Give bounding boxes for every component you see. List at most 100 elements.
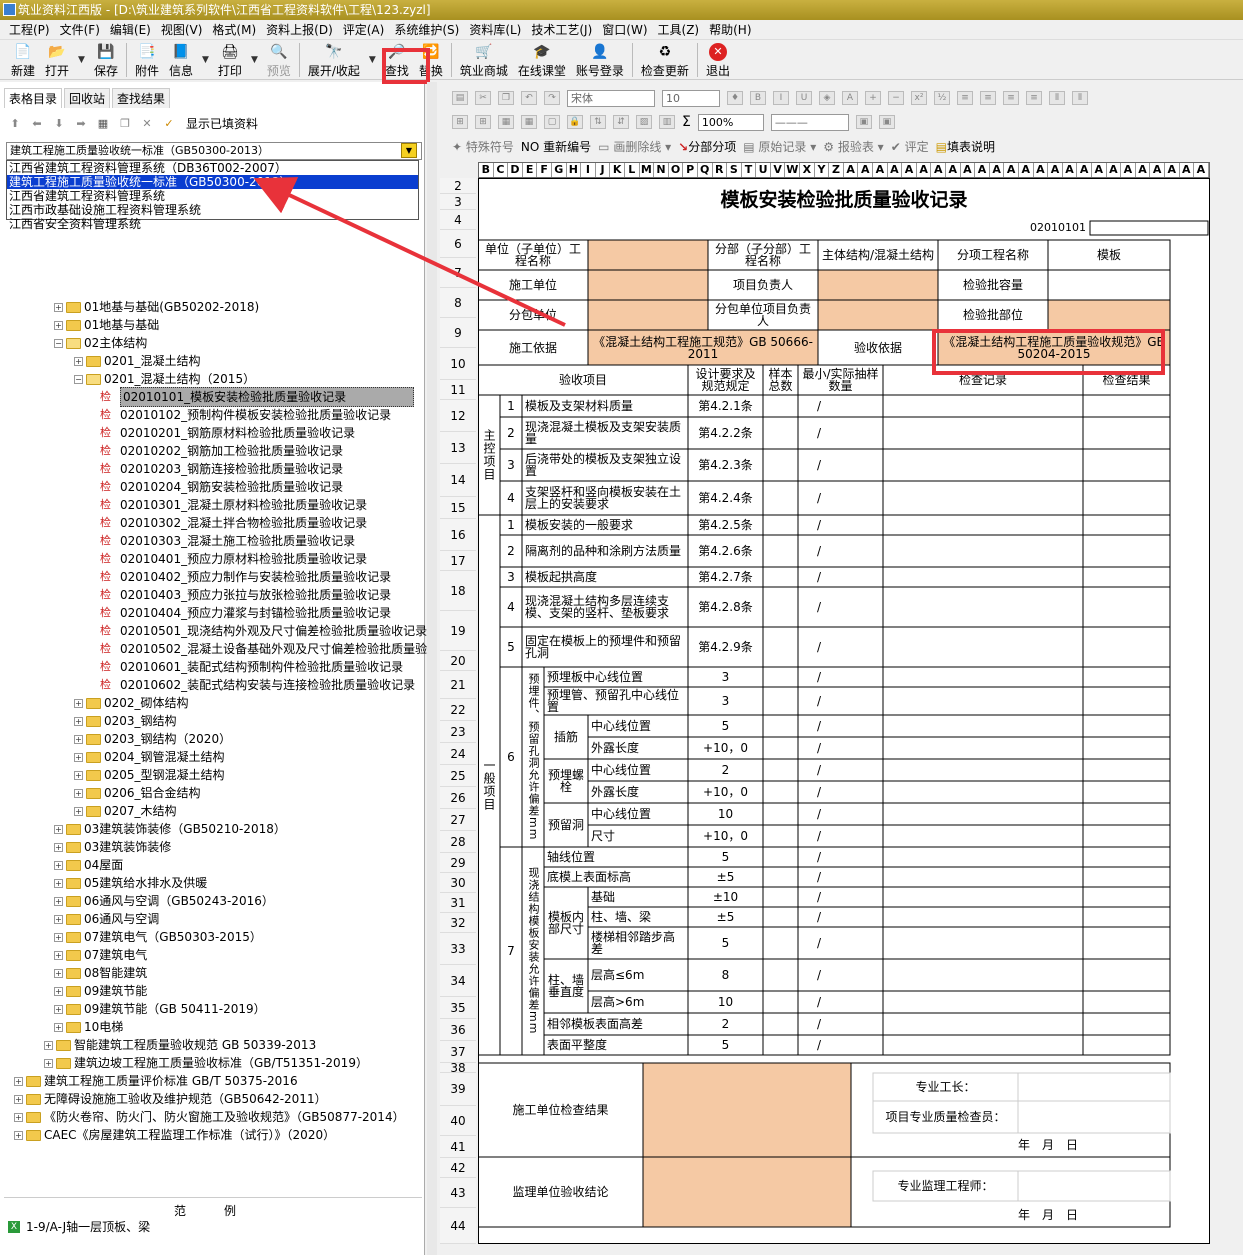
column-letter[interactable]: A xyxy=(975,163,990,177)
expand-toggle-icon[interactable]: − xyxy=(74,374,83,384)
row-number[interactable]: 16 xyxy=(440,519,476,551)
sort-desc-icon[interactable]: ⇵ xyxy=(613,115,629,129)
underline-icon[interactable]: U xyxy=(796,91,812,105)
expand-toggle-icon[interactable]: + xyxy=(14,1112,23,1122)
row-number[interactable]: 4 xyxy=(440,210,476,230)
row-number[interactable]: 34 xyxy=(440,965,476,997)
expand-toggle-icon[interactable]: + xyxy=(74,788,83,798)
column-letter[interactable]: T xyxy=(742,163,757,177)
tree-item[interactable]: + 《防火卷帘、防火门、防火窗施工及验收规范》（GB50877-2014） xyxy=(14,1108,405,1126)
column-letter[interactable]: A xyxy=(1092,163,1107,177)
menu-item[interactable]: 工程(P) xyxy=(4,21,55,38)
border-style-icon[interactable]: ▣ xyxy=(855,115,872,129)
row-number[interactable]: 31 xyxy=(440,893,476,913)
record-input[interactable] xyxy=(882,514,1084,536)
record-input[interactable] xyxy=(882,780,1084,804)
font-size-select[interactable]: 10 xyxy=(662,89,720,107)
tree-item[interactable]: 检 02010403_预应力张拉与放张检验批质量验收记录 xyxy=(100,586,391,604)
row-number[interactable]: 11 xyxy=(440,380,476,400)
tree-item[interactable]: 检 02010601_装配式结构预制构件检验批质量验收记录 xyxy=(100,658,403,676)
result-input[interactable] xyxy=(1082,416,1171,450)
record-input[interactable] xyxy=(882,626,1084,668)
info-button[interactable]: 📘 信息 xyxy=(164,41,198,78)
minus-icon[interactable]: − xyxy=(888,91,904,105)
record-input[interactable] xyxy=(882,394,1084,418)
save-button[interactable]: 💾 保存 xyxy=(89,41,123,78)
expand-toggle-icon[interactable]: + xyxy=(74,716,83,726)
inspection-form-button[interactable]: ⚙ 报验表 ▾ xyxy=(823,138,883,155)
row-number[interactable]: 23 xyxy=(440,721,476,743)
format-painter-icon[interactable]: ♦ xyxy=(727,91,743,105)
subdivision-button[interactable]: ↘分部分项 xyxy=(678,138,736,155)
lock-icon[interactable]: 🔒 xyxy=(567,115,583,129)
row-number[interactable]: 30 xyxy=(440,873,476,893)
tree-item[interactable]: +06通风与空调（GB50243-2016） xyxy=(54,892,274,910)
expand-toggle-icon[interactable]: − xyxy=(54,338,63,348)
column-letter[interactable]: D xyxy=(508,163,523,177)
show-filled-toggle[interactable]: 显示已填资料 xyxy=(186,115,258,132)
record-input[interactable] xyxy=(882,686,1084,716)
expand-dropdown-icon[interactable]: ▼ xyxy=(369,55,376,65)
row-number[interactable]: 25 xyxy=(440,765,476,787)
record-input[interactable] xyxy=(882,586,1084,628)
tree-item[interactable]: +0202_砌体结构 xyxy=(74,694,189,712)
row-number[interactable]: 39 xyxy=(440,1073,476,1106)
fill-color-icon[interactable]: ◈ xyxy=(819,91,835,105)
tree-item[interactable]: +03建筑装饰装修 xyxy=(54,838,171,856)
sample-input[interactable] xyxy=(762,886,799,908)
expand-toggle-icon[interactable]: + xyxy=(14,1130,23,1140)
foreman-input[interactable] xyxy=(1017,1072,1171,1102)
copy-icon[interactable]: ❐ xyxy=(114,117,136,130)
result-input[interactable] xyxy=(1082,666,1171,688)
row-number[interactable]: 28 xyxy=(440,831,476,853)
menu-item[interactable]: 评定(A) xyxy=(338,21,390,38)
column-letter[interactable]: S xyxy=(727,163,742,177)
row-number[interactable]: 41 xyxy=(440,1136,476,1158)
sample-input[interactable] xyxy=(762,514,799,536)
sample-input[interactable] xyxy=(762,958,799,992)
result-input[interactable] xyxy=(1082,906,1171,928)
tree-item[interactable]: +0203_钢结构（2020） xyxy=(74,730,231,748)
classroom-button[interactable]: 🎓 在线课堂 xyxy=(513,41,571,78)
tree-item[interactable]: 检 02010602_装配式结构安装与连接检验批质量验收记录 xyxy=(100,676,415,694)
record-input[interactable] xyxy=(882,990,1084,1014)
column-letter[interactable]: A xyxy=(1004,163,1019,177)
column-letter[interactable]: Z xyxy=(829,163,844,177)
column-letter[interactable]: A xyxy=(1019,163,1034,177)
row-number[interactable]: 22 xyxy=(440,699,476,721)
column-letter[interactable]: A xyxy=(1121,163,1136,177)
record-input[interactable] xyxy=(882,846,1084,868)
legend-item[interactable]: X 1-9/A-J轴一层顶板、梁 xyxy=(8,1218,150,1235)
sum-icon[interactable]: Σ xyxy=(682,114,691,130)
tree-item[interactable]: +04屋面 xyxy=(54,856,123,874)
expand-toggle-icon[interactable]: + xyxy=(54,896,63,906)
column-letter[interactable]: X xyxy=(800,163,815,177)
record-input[interactable] xyxy=(882,1012,1084,1036)
sample-input[interactable] xyxy=(762,448,799,482)
record-input[interactable] xyxy=(882,448,1084,482)
supervisor-input[interactable] xyxy=(1017,1170,1171,1202)
row-number[interactable]: 2 xyxy=(440,178,476,194)
tree-item[interactable]: 检 02010301_混凝土原材料检验批质量验收记录 xyxy=(100,496,367,514)
column-letter[interactable]: V xyxy=(771,163,786,177)
pane-splitter[interactable] xyxy=(427,82,437,1255)
tree-item[interactable]: +09建筑节能 xyxy=(54,982,147,1000)
split-icon[interactable]: ▦ xyxy=(521,115,537,129)
row-number[interactable]: 10 xyxy=(440,348,476,380)
attach-button[interactable]: 📑 附件 xyxy=(130,41,164,78)
exit-button[interactable]: ✕ 退出 xyxy=(701,41,735,78)
tree-item[interactable]: +01地基与基础(GB50202-2018) xyxy=(54,298,259,316)
sample-input[interactable] xyxy=(762,1034,799,1056)
expand-toggle-icon[interactable]: + xyxy=(54,986,63,996)
chevron-down-icon[interactable]: ▼ xyxy=(401,143,417,158)
bold-icon[interactable]: B xyxy=(750,91,766,105)
result-input[interactable] xyxy=(1082,714,1171,738)
record-input[interactable] xyxy=(882,886,1084,908)
tree-item[interactable]: +03建筑装饰装修（GB50210-2018） xyxy=(54,820,286,838)
result-input[interactable] xyxy=(1082,1034,1171,1056)
fill-instructions-button[interactable]: ▤填表说明 xyxy=(936,138,995,155)
tab-recycle-bin[interactable]: 回收站 xyxy=(64,88,111,108)
tree-item[interactable]: +07建筑电气（GB50303-2015） xyxy=(54,928,262,946)
record-input[interactable] xyxy=(882,566,1084,588)
expand-toggle-icon[interactable]: + xyxy=(44,1040,53,1050)
